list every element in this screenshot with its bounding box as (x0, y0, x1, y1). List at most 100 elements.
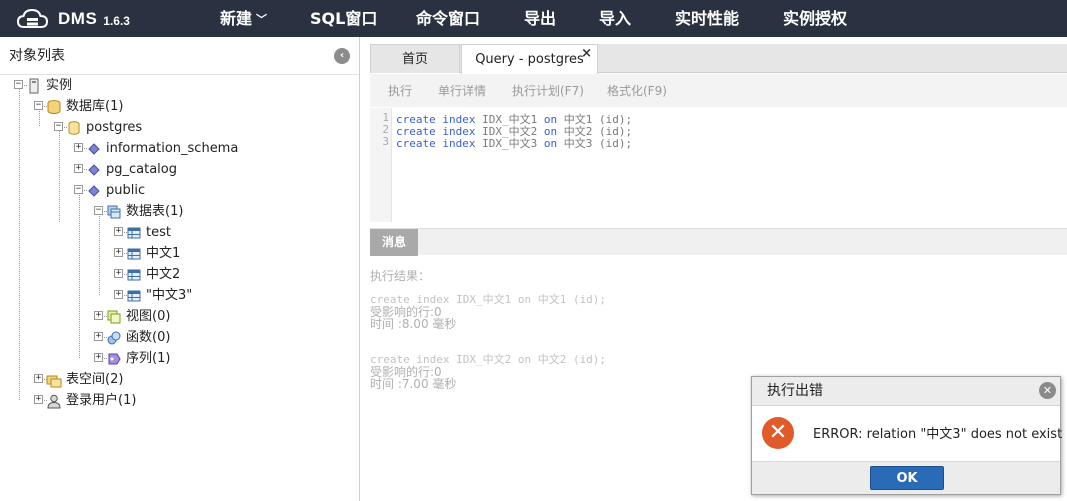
tree-toggle-instance[interactable]: − (14, 80, 23, 89)
nav-command-window[interactable]: 命令窗口 (416, 0, 480, 37)
tree-node-databases[interactable]: 数据库(1) (46, 96, 123, 117)
tree-node-login-users[interactable]: 登录用户(1) (46, 390, 136, 411)
tree-node-views[interactable]: 视图(0) (106, 306, 170, 327)
query-toolbar: 执行 单行详情 执行计划(F7) 格式化(F9) (370, 74, 1067, 107)
tree-node-schema-pg-catalog[interactable]: pg_catalog (86, 159, 177, 180)
close-tab-icon[interactable]: × (581, 39, 592, 68)
sequence-icon (108, 353, 121, 364)
error-dialog: 执行出错 ✕ ✕ ERROR: relation "中文3" does not … (751, 376, 1062, 495)
tree-toggle-table-1[interactable]: + (114, 248, 123, 257)
tree-node-table-test[interactable]: test (126, 222, 171, 243)
schema-icon (88, 163, 100, 176)
identifier: 中文3 (id); (563, 137, 633, 150)
table-icon (127, 290, 141, 301)
tree-node-table-zw2[interactable]: 中文2 (126, 264, 180, 285)
identifier: IDX_中文3 (482, 137, 538, 150)
tree-node-functions[interactable]: 函数(0) (106, 327, 170, 348)
tree-label: pg_catalog (106, 162, 177, 177)
close-dialog-icon[interactable]: ✕ (1039, 382, 1056, 399)
collapse-panel-icon[interactable]: ‹ (334, 48, 350, 64)
tree-toggle-table-test[interactable]: + (114, 227, 123, 236)
tab-home[interactable]: 首页 (370, 44, 460, 73)
explain-plan-button[interactable]: 执行计划(F7) (506, 80, 590, 102)
tree-label: 数据表(1) (126, 204, 184, 219)
nav-realtime-performance[interactable]: 实时性能 (675, 0, 739, 37)
tree-label: postgres (86, 120, 143, 135)
nav-new[interactable]: 新建 ﹀ (220, 0, 267, 37)
tree-toggle-table-2[interactable]: + (114, 269, 123, 278)
keyword: create (396, 137, 436, 150)
message-tab-bar: 消息 (370, 228, 1067, 256)
tree-toggle-functions[interactable]: + (94, 332, 103, 341)
tree-label: 表空间(2) (66, 372, 124, 387)
tree-label: 数据库(1) (66, 99, 124, 114)
keyword: on (543, 137, 558, 150)
tablespace-icon (46, 375, 62, 387)
tree-label: 中文2 (146, 267, 181, 282)
server-icon (29, 78, 39, 93)
tree-toggle-databases[interactable]: − (34, 101, 43, 110)
tree-node-table-zw3[interactable]: "中文3" (126, 285, 192, 306)
tree-label: "中文3" (146, 288, 193, 303)
top-navbar: DMS 1.6.3 新建 ﹀ SQL窗口 命令窗口 导出 导入 实时性能 实例授权 (0, 0, 1067, 37)
schema-icon (88, 184, 100, 197)
tree-toggle-tablespaces[interactable]: + (34, 374, 43, 383)
tree-node-postgres[interactable]: postgres (66, 117, 142, 138)
tree-toggle-tables[interactable]: − (94, 206, 103, 215)
format-button[interactable]: 格式化(F9) (601, 80, 673, 102)
table-icon (127, 227, 141, 238)
tree-node-instance[interactable]: 实例 (26, 75, 72, 96)
ok-button[interactable]: OK (870, 466, 944, 490)
user-icon (47, 394, 61, 408)
error-icon: ✕ (762, 417, 794, 449)
execute-button[interactable]: 执行 (382, 80, 418, 102)
views-icon (107, 310, 121, 323)
tree-label: 视图(0) (126, 309, 171, 324)
result-time: 时间 :7.00 毫秒 (370, 377, 457, 391)
tree-toggle-postgres[interactable]: − (54, 122, 63, 131)
tree-node-sequences[interactable]: 序列(1) (106, 348, 170, 369)
functions-icon (107, 331, 121, 344)
tree-toggle-table-3[interactable]: + (114, 290, 123, 299)
table-icon (127, 269, 141, 280)
tree-toggle-information-schema[interactable]: + (74, 143, 83, 152)
line-gutter: 1 2 3 (370, 108, 392, 222)
nav-new-label: 新建 (220, 9, 253, 28)
tree-node-tables[interactable]: 数据表(1) (106, 201, 183, 222)
single-row-detail-button[interactable]: 单行详情 (432, 80, 492, 102)
cloud-database-icon (16, 8, 49, 28)
database-folder-icon (47, 99, 61, 114)
chevron-down-icon: ﹀ (256, 13, 268, 26)
tree-label: 中文1 (146, 246, 181, 261)
tree-toggle-pg-catalog[interactable]: + (74, 164, 83, 173)
tab-bar: 首页 Query - postgres × (370, 44, 1067, 74)
database-icon (68, 120, 80, 135)
tree-toggle-public[interactable]: − (74, 185, 83, 194)
tree-toggle-views[interactable]: + (94, 311, 103, 320)
tree-label: 登录用户(1) (66, 393, 137, 408)
tree-node-schema-information-schema[interactable]: information_schema (86, 138, 238, 159)
tab-query-postgres[interactable]: Query - postgres × (461, 44, 598, 74)
nav-sql-window[interactable]: SQL窗口 (310, 0, 377, 37)
nav-export[interactable]: 导出 (524, 0, 556, 37)
tree-toggle-login-users[interactable]: + (34, 395, 43, 404)
app-version: 1.6.3 (103, 14, 130, 28)
tree-node-table-zw1[interactable]: 中文1 (126, 243, 180, 264)
tree-node-tablespaces[interactable]: 表空间(2) (46, 369, 123, 390)
app-logo[interactable]: DMS 1.6.3 (16, 6, 130, 32)
tree-label: 函数(0) (126, 330, 171, 345)
keyword: index (442, 137, 476, 150)
schema-icon (88, 142, 100, 155)
table-icon (127, 248, 141, 259)
tab-messages[interactable]: 消息 (370, 229, 418, 256)
nav-instance-authorization[interactable]: 实例授权 (783, 0, 847, 37)
panel-header: 对象列表 ‹ (0, 37, 359, 75)
nav-import[interactable]: 导入 (599, 0, 631, 37)
tree-node-schema-public[interactable]: public (86, 180, 145, 201)
tree-toggle-sequences[interactable]: + (94, 353, 103, 362)
object-tree: − − − + + − − + + + + + + + + + 实例 数据库(1… (0, 75, 359, 501)
sql-editor[interactable]: 1 2 3 create index IDX_中文1 on 中文1 (id); … (370, 108, 1067, 222)
tree-label: test (146, 225, 171, 240)
tree-label: 序列(1) (126, 351, 171, 366)
dialog-title: 执行出错 (767, 383, 823, 399)
